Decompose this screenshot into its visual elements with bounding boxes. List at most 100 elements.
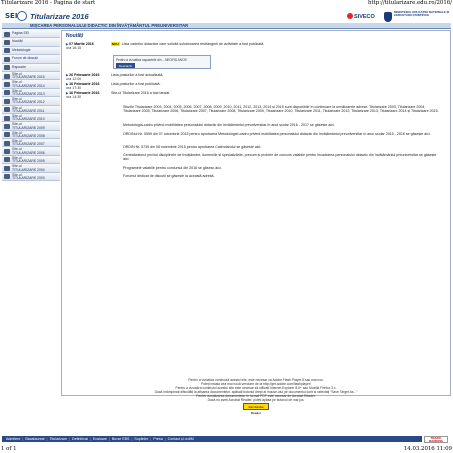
sidebar-item-icon bbox=[4, 149, 10, 155]
news-item: 16 Februarie 2016 ora 17:30 Lista postur… bbox=[66, 82, 161, 90]
sidebar-item-sublabel: TITULARIZARE 2013 bbox=[12, 92, 45, 97]
logo-circle-icon bbox=[17, 11, 27, 21]
get-adobe-reader-button[interactable]: Get Adobe Reader bbox=[243, 403, 269, 415]
sidebar-item-icon bbox=[4, 157, 10, 163]
nav-separator: | bbox=[150, 437, 152, 441]
nav-separator: | bbox=[22, 437, 24, 441]
sidebar-item-icon bbox=[4, 115, 10, 121]
nav-link[interactable]: Evaluare bbox=[93, 437, 107, 441]
sidebar-item[interactable]: Site-ul TITULARIZARE 2015 bbox=[2, 71, 60, 81]
sidebar-item-sublabel: TITULARIZARE 2010 bbox=[12, 117, 45, 122]
news-item: 16 Februarie 2016 ora 14:30 Site-ul Titu… bbox=[66, 91, 170, 100]
news-item: 26 Februarie 2016 ora 12:00 Lista postur… bbox=[66, 73, 163, 81]
nav-separator: | bbox=[89, 437, 91, 441]
nav-link[interactable]: Definitivat bbox=[72, 437, 88, 441]
nav-link[interactable]: Titularizare bbox=[49, 437, 67, 441]
sidebar-item-icon bbox=[4, 107, 10, 113]
sidebar-item-sublabel: TITULARIZARE 2014 bbox=[12, 83, 45, 88]
print-page: 1 of 1 bbox=[1, 446, 17, 452]
print-url: http://titularizare.edu.ro/2016/ bbox=[367, 0, 452, 6]
programs-paragraph[interactable]: Programele valabile pentru concursul din… bbox=[123, 166, 443, 170]
sidebar-item-icon bbox=[4, 165, 10, 171]
sidebar-item-sublabel: TITULARIZARE 2012 bbox=[12, 100, 45, 105]
nav-link[interactable]: Contact și ordIM bbox=[168, 437, 194, 441]
sidebar-item-sublabel: TITULARIZARE 2015 bbox=[12, 75, 45, 80]
sidebar-item[interactable]: Site-ul TITULARIZARE 2010 bbox=[2, 113, 60, 123]
sidebar-item[interactable]: Site-ul TITULARIZARE 2009 bbox=[2, 122, 60, 131]
sidebar-item[interactable]: Site-ul TITULARIZARE 2014 bbox=[2, 80, 60, 89]
nav-link[interactable]: Bacalaureat bbox=[25, 437, 44, 441]
sidebar-item-sublabel: TITULARIZARE 2004 bbox=[12, 167, 45, 172]
sidebar-item-icon bbox=[4, 39, 10, 45]
nav-link[interactable]: Suplinire bbox=[134, 437, 148, 441]
nav-separator: | bbox=[69, 437, 71, 441]
sidebar-item[interactable]: Site-ul TITULARIZARE 2003 bbox=[2, 172, 60, 182]
notice-text: Pentru a vizualiza rapoartele din ...NEO… bbox=[116, 57, 187, 62]
sidebar-item[interactable]: Site-ul TITULARIZARE 2008 bbox=[2, 130, 60, 140]
sidebar-item-icon bbox=[4, 48, 10, 54]
order-paragraph[interactable]: ORDINul Nr. 5559 din 07 octombrie 2015 p… bbox=[123, 132, 443, 136]
sidebar-item-icon bbox=[4, 174, 10, 180]
sidebar-item-icon bbox=[4, 98, 10, 104]
sidebar-item-sublabel: TITULARIZARE 2007 bbox=[12, 142, 45, 147]
subtitle-bar: MIȘCAREA PERSONALULUI DIDACTIC DIN ÎNVĂȚ… bbox=[2, 23, 451, 29]
nav-link[interactable]: Presa bbox=[153, 437, 162, 441]
news-time: ora 14:30 bbox=[66, 95, 82, 100]
sidebar-item[interactable]: Site-ul TITULARIZARE 2005 bbox=[2, 155, 60, 165]
methodology-paragraph[interactable]: Metodologia-cadru privind mobilitatea pe… bbox=[123, 123, 443, 127]
news-text[interactable]: Site-ul Titularizare 2016 a fost lansat. bbox=[111, 91, 441, 95]
sidebar-item[interactable]: Site-ul TITULARIZARE 2011 bbox=[2, 105, 60, 114]
sidebar-item[interactable]: Site-ul TITULARIZARE 2012 bbox=[2, 97, 60, 106]
print-title: Titularizare 2016 - Pagina de start bbox=[1, 0, 96, 6]
print-header: Titularizare 2016 - Pagina de start http… bbox=[0, 0, 453, 7]
report-notice: Pentru a vizualiza rapoartele din ...NEO… bbox=[113, 55, 211, 69]
sidebar-item-icon bbox=[4, 31, 10, 37]
page-title: Noutăți bbox=[66, 33, 84, 39]
news-text[interactable]: Lista posturilor a fost publicată. bbox=[111, 82, 441, 86]
sidebar-item[interactable]: Metodologie bbox=[2, 46, 60, 56]
sidebar-item-sublabel: TITULARIZARE 2003 bbox=[12, 175, 45, 180]
download-button[interactable]: Descarcă bbox=[116, 63, 135, 68]
disciplines-paragraph[interactable]: Centralizatorul privind disciplinele de … bbox=[123, 153, 443, 162]
sidebar-item[interactable]: Site-ul TITULARIZARE 2007 bbox=[2, 139, 60, 148]
sidebar-item-label: Forum de discuții bbox=[12, 56, 38, 61]
sidebar-item[interactable]: Rapoarte bbox=[2, 63, 60, 72]
sidebar-item[interactable]: Noutăți bbox=[2, 38, 60, 47]
sidebar-item-sublabel: TITULARIZARE 2005 bbox=[12, 159, 45, 164]
sidebar-item-icon bbox=[4, 90, 10, 96]
news-text[interactable]: NOU Lista cadrelor didactice care solicit… bbox=[111, 42, 441, 47]
news-time: ora 16:15 bbox=[66, 46, 82, 51]
print-datetime: 14.03.2016 11:09 bbox=[403, 446, 452, 452]
sei-logo[interactable]: SEI bbox=[5, 12, 17, 20]
sidebar-item-sublabel: TITULARIZARE 2009 bbox=[12, 125, 45, 130]
calendar-paragraph[interactable]: ORDIN Nr. 5739 din 06 noiembrie 2015 pen… bbox=[123, 145, 443, 149]
sidebar-item-label: Rapoarte bbox=[12, 64, 26, 69]
sidebar-item[interactable]: Site-ul TITULARIZARE 2004 bbox=[2, 164, 60, 173]
sidebar-item[interactable]: Site-ul TITULARIZARE 2006 bbox=[2, 147, 60, 156]
new-badge: NOU bbox=[111, 42, 120, 47]
news-text[interactable]: Lista posturilor a fost actualizată. bbox=[111, 73, 441, 77]
sidebar-item-icon bbox=[4, 56, 10, 62]
sidebar-item-label: Pagina SEI bbox=[12, 31, 29, 35]
nav-separator: | bbox=[164, 437, 166, 441]
forum-paragraph[interactable]: Forumul dedicat de discuții se găsește l… bbox=[123, 174, 443, 178]
traffic-badge[interactable]: TRAFIC RANKING bbox=[424, 436, 448, 443]
sidebar-item-icon bbox=[4, 123, 10, 129]
bottom-navbar: Admitere | Bacalaureat | Titularizare | Defini… bbox=[2, 436, 422, 442]
archive-paragraph[interactable]: Siturile Titularizare 2003, 2004, 2005, … bbox=[123, 105, 443, 114]
sidebar-item[interactable]: Pagina SEI bbox=[2, 30, 60, 39]
sidebar-item-sublabel: TITULARIZARE 2011 bbox=[12, 108, 45, 113]
sidebar-item[interactable]: Site-ul TITULARIZARE 2013 bbox=[2, 88, 60, 98]
site-title[interactable]: Titularizare 2016 bbox=[30, 12, 89, 21]
footer-info: Pentru a vizualiza conținutul acestui si… bbox=[61, 378, 451, 415]
crest-icon bbox=[384, 12, 392, 22]
sidebar-item-icon bbox=[4, 65, 10, 71]
nav-separator: | bbox=[46, 437, 48, 441]
nav-link[interactable]: Admitere bbox=[6, 437, 20, 441]
sidebar-item-icon bbox=[4, 73, 10, 79]
siveco-dot-icon bbox=[347, 13, 353, 19]
footer-line: Dacă nu aveți Acrobat Reader, puteți apă… bbox=[207, 398, 305, 402]
sidebar-item[interactable]: Forum de discuții bbox=[2, 55, 60, 64]
main-content: Noutăți 07 Martie 2016 ora 16:15 NOUList… bbox=[61, 30, 451, 396]
nav-link[interactable]: Burse EBS bbox=[112, 437, 130, 441]
